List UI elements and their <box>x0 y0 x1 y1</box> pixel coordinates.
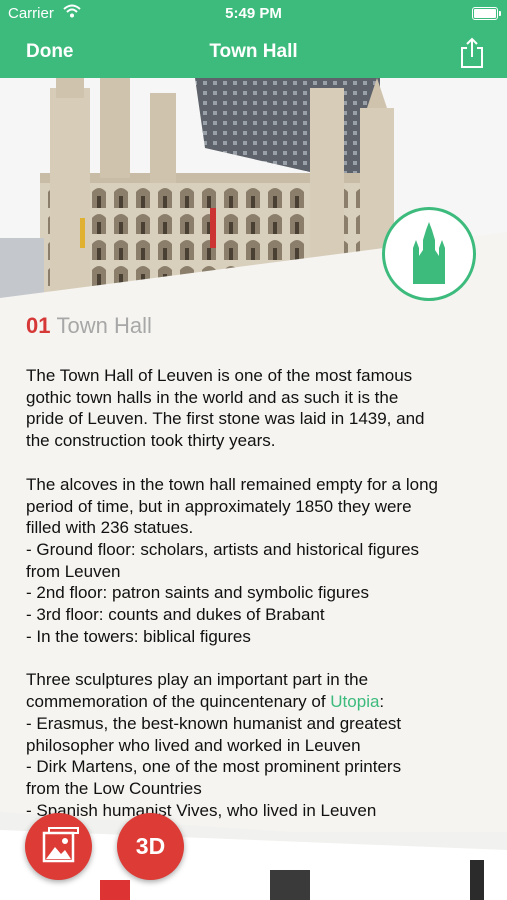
paragraph-sculptures: Three sculptures play an important part … <box>26 669 491 821</box>
page-title: Town Hall <box>209 41 298 62</box>
text-line: period of time, but in approximately 185… <box>26 496 412 516</box>
text-line: - Dirk Martens, one of the most prominen… <box>26 757 402 777</box>
text-line: - Spanish humanist Vives, who lived in L… <box>26 800 377 820</box>
status-bar: Carrier 5:49 PM <box>0 0 507 28</box>
clock: 5:49 PM <box>225 5 282 22</box>
text-line: filled with 236 statues. <box>26 518 194 538</box>
town-hall-icon <box>413 222 445 284</box>
text-fragment: commemoration of the quincentenary of <box>26 692 331 712</box>
text-line: commemoration of the quincentenary of Ut… <box>26 691 491 713</box>
text-line: - Ground floor: scholars, artists and hi… <box>26 539 420 559</box>
place-heading: 01 Town Hall <box>26 313 152 339</box>
text-line: philosopher who lived and worked in Leuv… <box>26 735 361 755</box>
text-line: from the Low Countries <box>26 778 202 798</box>
3d-view-button[interactable]: 3D <box>117 813 184 880</box>
text-line: pride of Leuven. The first stone was lai… <box>26 409 425 429</box>
place-number: 01 <box>26 313 51 338</box>
text-fragment: : <box>379 692 385 712</box>
text-line: gothic town halls in the world and as su… <box>26 387 399 407</box>
gallery-icon <box>42 827 79 863</box>
text-line: - Erasmus, the best-known humanist and g… <box>26 713 402 733</box>
utopia-link[interactable]: Utopia <box>330 692 379 711</box>
place-name: Town Hall <box>56 313 152 338</box>
badge <box>382 207 476 301</box>
text-line: The Town Hall of Leuven is one of the mo… <box>26 366 413 385</box>
gallery-button[interactable] <box>25 813 92 880</box>
navigation-bar: Done Town Hall <box>0 28 507 78</box>
text-line: The alcoves in the town hall remained em… <box>26 474 439 494</box>
description: The Town Hall of Leuven is one of the mo… <box>26 365 491 843</box>
text-line: - 3rd floor: counts and dukes of Brabant <box>26 605 325 625</box>
text-line: from Leuven <box>26 561 121 581</box>
text-line: - 2nd floor: patron saints and symbolic … <box>26 583 370 603</box>
paragraph-history: The Town Hall of Leuven is one of the mo… <box>26 365 491 452</box>
text-line: the construction took thirty years. <box>26 431 276 451</box>
battery-icon <box>472 7 501 20</box>
text-line: - In the towers: biblical figures <box>26 626 251 646</box>
text-line: Three sculptures play an important part … <box>26 670 369 690</box>
share-icon[interactable] <box>459 37 485 69</box>
paragraph-statues: The alcoves in the town hall remained em… <box>26 474 491 648</box>
